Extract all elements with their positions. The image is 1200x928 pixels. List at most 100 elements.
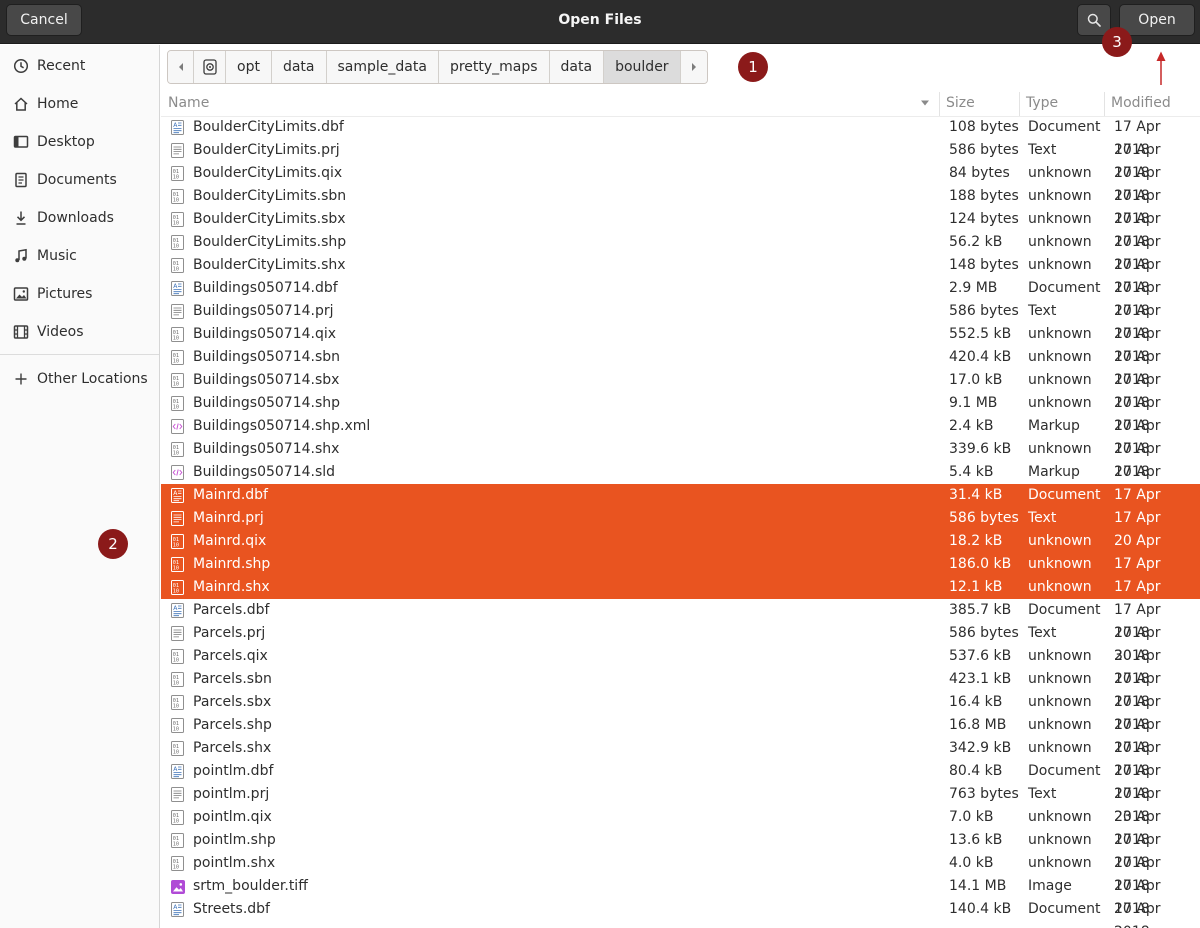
sidebar-item-downloads[interactable]: Downloads xyxy=(0,200,159,236)
file-row[interactable]: 01 10 Parcels.shp 16.8 MB unknown 17 Apr 2018 xyxy=(161,714,1200,756)
path-crumb-current[interactable]: boulder xyxy=(604,51,681,83)
file-size: 84 bytes xyxy=(949,165,1010,181)
file-row[interactable]: A Parcels.dbf 385.7 kB Document 17 Apr 2018 xyxy=(161,599,1200,641)
file-row[interactable]: 01 10 pointlm.shx 4.0 kB unknown 17 Apr 2018 xyxy=(161,852,1200,894)
file-type: unknown xyxy=(1028,188,1092,204)
file-name: pointlm.qix xyxy=(193,809,272,825)
sidebar-item-label: Recent xyxy=(37,58,86,74)
file-row[interactable]: 01 10 pointlm.shp 13.6 kB unknown 17 Apr 2018 xyxy=(161,829,1200,871)
svg-text:10: 10 xyxy=(173,566,179,572)
path-crumb[interactable]: opt xyxy=(226,51,272,83)
file-row[interactable]: 01 10 Buildings050714.qix 552.5 kB unknown 17… xyxy=(161,323,1200,365)
column-header-type[interactable]: Type xyxy=(1026,92,1058,116)
file-row[interactable]: 01 10 Parcels.sbx 16.4 kB unknown 17 Apr 2018 xyxy=(161,691,1200,733)
file-size: 2.9 MB xyxy=(949,280,998,296)
binary-file-icon: 01 10 xyxy=(171,373,184,388)
file-row[interactable]: 01 10 Buildings050714.sbn 420.4 kB unknown 17… xyxy=(161,346,1200,388)
file-row[interactable]: srtm_boulder.tiff 14.1 MB Image 17 Apr 2018 xyxy=(161,875,1200,917)
sidebar-item-music[interactable]: Music xyxy=(0,238,159,274)
file-row[interactable]: 01 10 Buildings050714.sbx 17.0 kB unknown 17 … xyxy=(161,369,1200,411)
file-row[interactable]: Apointlm.dbf 80.4 kB Document 17 Apr 2018 xyxy=(161,760,1200,802)
file-row[interactable]: 01 10 BoulderCityLimits.shp 56.2 kB unknown 1… xyxy=(161,231,1200,273)
file-type: unknown xyxy=(1028,349,1092,365)
path-crumb-root[interactable] xyxy=(194,51,226,83)
file-row[interactable]: 01 10 Parcels.sbn 423.1 kB unknown 17 Apr 201… xyxy=(161,668,1200,710)
path-crumb[interactable]: data xyxy=(271,51,327,83)
file-row[interactable]: 01 10 BoulderCityLimits.sbn 188 bytes unknow… xyxy=(161,185,1200,227)
open-button[interactable]: Open xyxy=(1119,4,1195,36)
file-row[interactable]: 01 10 pointlm.qix 7.0 kB unknown 23 Apr 2018 xyxy=(161,806,1200,848)
file-row[interactable]: 01 10 BoulderCityLimits.shx 148 bytes unknow… xyxy=(161,254,1200,296)
svg-text:10: 10 xyxy=(173,359,179,365)
sidebar-item-videos[interactable]: Videos xyxy=(0,314,159,350)
path-crumb[interactable]: data xyxy=(549,51,605,83)
file-row-selected[interactable]: 0110Mainrd.shp186.0 kBunknown17 Apr 2018 xyxy=(161,553,1200,595)
file-row[interactable]: 01 10 BoulderCityLimits.sbx 124 bytes unknow… xyxy=(161,208,1200,250)
file-row[interactable]: 01 10 BoulderCityLimits.qix 84 bytes unknown… xyxy=(161,162,1200,204)
dialog-title: Open Files xyxy=(558,12,642,28)
file-size: 16.4 kB xyxy=(949,694,1003,710)
file-row[interactable]: A Streets.dbf 140.4 kB Document 17 Apr 2018 xyxy=(161,898,1200,928)
path-crumb[interactable]: pretty_maps xyxy=(438,51,550,83)
plus-icon xyxy=(12,370,30,388)
file-name: Mainrd.qix xyxy=(193,533,267,549)
file-size: 108 bytes xyxy=(949,119,1019,135)
binary-file-icon: 01 10 xyxy=(171,258,184,273)
file-row-selected[interactable]: 0110Mainrd.qix18.2 kBunknown20 Apr 2018 xyxy=(161,530,1200,572)
path-crumb[interactable]: sample_data xyxy=(326,51,439,83)
column-header-size[interactable]: Size xyxy=(946,92,975,116)
binary-file-icon: 01 10 xyxy=(171,189,184,204)
path-scroll-left-button[interactable] xyxy=(168,51,194,83)
sidebar-item-documents[interactable]: Documents xyxy=(0,162,159,198)
file-size: 7.0 kB xyxy=(949,809,994,825)
file-row[interactable]: pointlm.prj 763 bytes Text 17 Apr 2018 xyxy=(161,783,1200,825)
sidebar-item-other-locations[interactable]: Other Locations xyxy=(0,361,159,397)
sidebar-item-home[interactable]: Home xyxy=(0,86,159,122)
svg-text:10: 10 xyxy=(173,727,179,733)
binary-file-icon: 01 10 xyxy=(171,327,184,342)
sidebar-item-recent[interactable]: Recent xyxy=(0,48,159,84)
file-row[interactable]: 01 10 Buildings050714.shx 339.6 kB unknown 17… xyxy=(161,438,1200,480)
sidebar-item-pictures[interactable]: Pictures xyxy=(0,276,159,312)
file-name: Buildings050714.shp xyxy=(193,395,341,411)
file-type: unknown xyxy=(1028,832,1092,848)
binary-file-icon: 01 10 xyxy=(171,166,184,181)
pictures-icon xyxy=(12,285,30,303)
file-row-selected[interactable]: Mainrd.prj586 bytesText17 Apr 2018 xyxy=(161,507,1200,549)
file-row[interactable]: 01 10 Parcels.qix 537.6 kB unknown 30 Apr 201… xyxy=(161,645,1200,687)
file-row-selected[interactable]: 01 10 Mainrd.shx 12.1 kB unknown 17 Apr 2018 xyxy=(161,576,1200,618)
file-row-selected[interactable]: AMainrd.dbf31.4 kBDocument17 Apr 2018 xyxy=(161,484,1200,526)
file-name: Mainrd.shx xyxy=(193,579,270,595)
file-type: unknown xyxy=(1028,326,1092,342)
image-file-icon xyxy=(171,879,185,894)
file-type: Document xyxy=(1028,901,1101,917)
cancel-button[interactable]: Cancel xyxy=(6,4,82,36)
sidebar-item-label: Home xyxy=(37,96,79,112)
file-row[interactable]: 01 10 Parcels.shx 342.9 kB unknown 17 Apr 201… xyxy=(161,737,1200,779)
svg-text:10: 10 xyxy=(173,589,179,595)
file-size: 5.4 kB xyxy=(949,464,994,480)
file-row[interactable]: BoulderCityLimits.prj 586 bytes Text 17 Apr… xyxy=(161,139,1200,181)
file-row[interactable]: A BoulderCityLimits.dbf 108 bytes Document 1… xyxy=(161,116,1200,158)
file-row[interactable]: Buildings050714.prj 586 bytes Text 17 Apr 2… xyxy=(161,300,1200,342)
file-row[interactable]: Parcels.prj 586 bytes Text 17 Apr 2018 xyxy=(161,622,1200,664)
file-row[interactable]: 01 10 Buildings050714.shp 9.1 MB unknown 17 A… xyxy=(161,392,1200,434)
file-name: Buildings050714.sbn xyxy=(193,349,341,365)
svg-text:10: 10 xyxy=(173,267,179,273)
file-size: 17.0 kB xyxy=(949,372,1003,388)
column-header-name[interactable]: Name xyxy=(168,92,209,116)
file-row[interactable]: A Buildings050714.dbf 2.9 MB Document 17 Apr… xyxy=(161,277,1200,319)
binary-file-icon: 01 10 xyxy=(171,212,184,227)
sidebar-item-desktop[interactable]: Desktop xyxy=(0,124,159,160)
file-name: Buildings050714.dbf xyxy=(193,280,338,296)
path-scroll-right-button[interactable] xyxy=(680,51,707,83)
column-header-modified[interactable]: Modified xyxy=(1111,92,1171,116)
file-type: unknown xyxy=(1028,165,1092,181)
file-list: A BoulderCityLimits.dbf 108 bytes Document 1… xyxy=(161,116,1200,928)
file-row[interactable]: Buildings050714.shp.xml 2.4 kB Markup 17 Ap… xyxy=(161,415,1200,457)
binary-file-icon: 01 10 xyxy=(171,235,184,250)
file-name: Mainrd.prj xyxy=(193,510,264,526)
file-row[interactable]: Buildings050714.sld5.4 kBMarkup17 Apr 20… xyxy=(161,461,1200,503)
sidebar-item-label: Downloads xyxy=(37,210,114,226)
file-name: pointlm.prj xyxy=(193,786,270,802)
